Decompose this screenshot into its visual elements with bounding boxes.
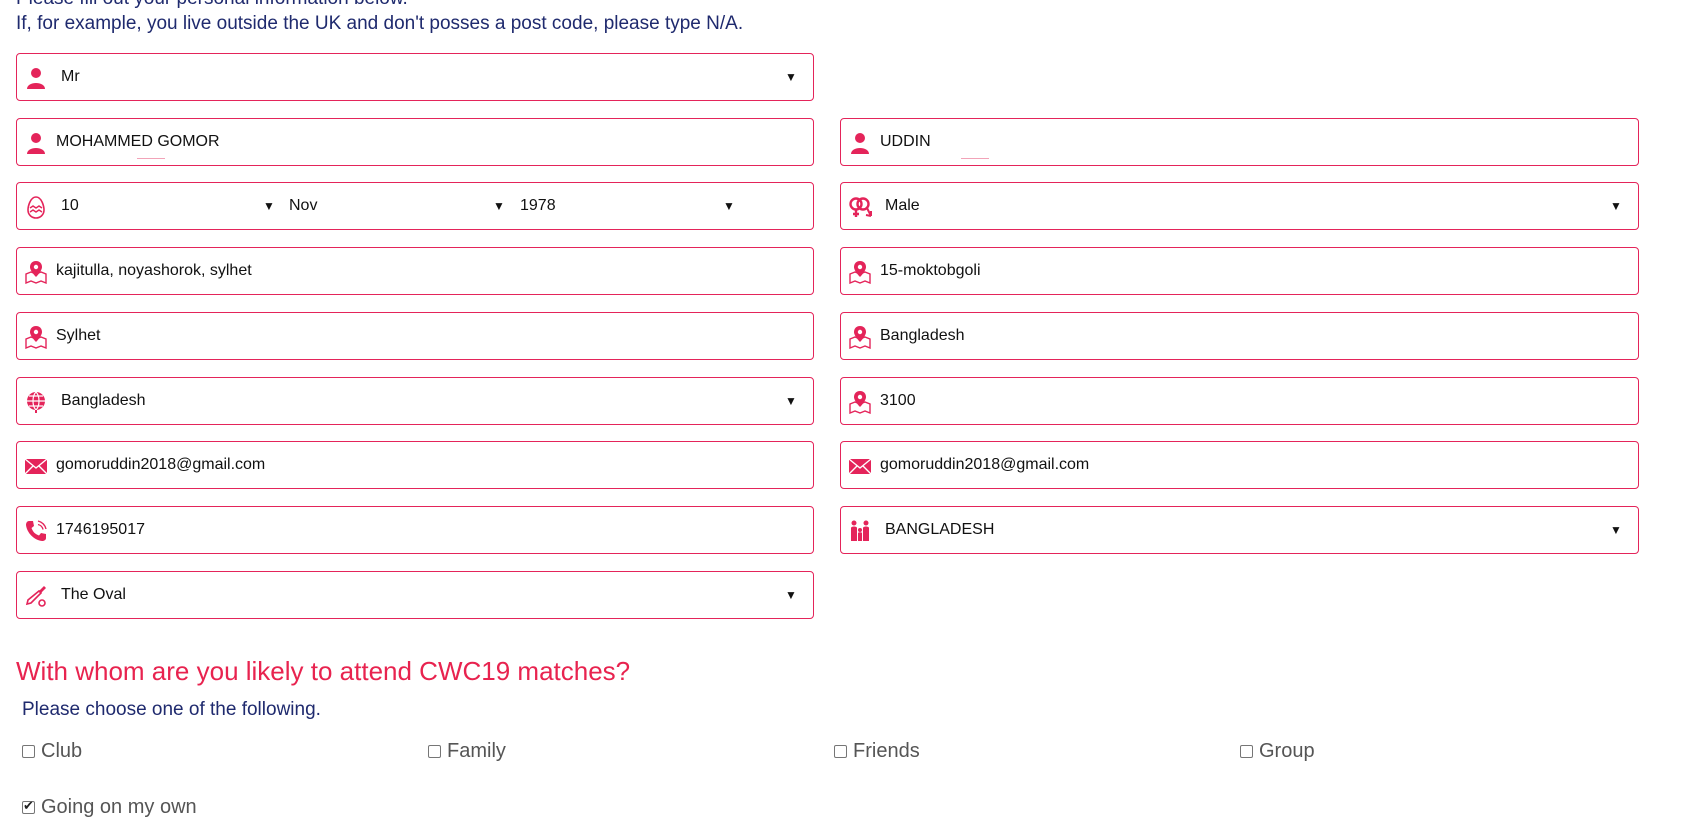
globe-icon: [23, 389, 49, 415]
city-value: Sylhet: [56, 327, 101, 344]
address-line2-value: 15-moktobgoli: [880, 262, 981, 279]
option-label: Family: [447, 740, 506, 762]
option-friends[interactable]: Friends: [834, 740, 920, 763]
team-value: BANGLADESH: [885, 521, 995, 538]
family-checkbox[interactable]: [428, 745, 441, 758]
venue-value: The Oval: [61, 586, 126, 603]
country-select[interactable]: Bangladesh ▼: [16, 377, 814, 425]
gender-value: Male: [885, 197, 920, 214]
egg-icon: [23, 194, 49, 220]
option-family[interactable]: Family: [428, 740, 506, 763]
intro-text-line1: Please fill out your personal informatio…: [16, 0, 408, 10]
last-name-field[interactable]: UDDIN: [840, 118, 1639, 166]
group-checkbox[interactable]: [1240, 745, 1253, 758]
family-icon: [847, 518, 873, 544]
attend-heading: With whom are you likely to attend CWC19…: [16, 656, 631, 686]
country-value: Bangladesh: [61, 392, 146, 409]
confirm-email-field[interactable]: gomoruddin2018@gmail.com: [840, 441, 1639, 489]
map-pin-icon: [847, 259, 873, 285]
chevron-down-icon: ▼: [785, 70, 797, 84]
address-line1-value: kajitulla, noyashorok, sylhet: [56, 262, 252, 279]
team-select[interactable]: BANGLADESH ▼: [840, 506, 1639, 554]
phone-value: 1746195017: [56, 521, 145, 538]
chevron-down-icon: ▼: [785, 588, 797, 602]
chevron-down-icon[interactable]: ▼: [493, 183, 505, 229]
club-checkbox[interactable]: [22, 745, 35, 758]
option-label: Friends: [853, 740, 920, 762]
chevron-down-icon[interactable]: ▼: [263, 183, 275, 229]
address-line2-field[interactable]: 15-moktobgoli: [840, 247, 1639, 295]
intro-text-line2: If, for example, you live outside the UK…: [16, 13, 744, 34]
address-line1-field[interactable]: kajitulla, noyashorok, sylhet: [16, 247, 814, 295]
confirm-email-value: gomoruddin2018@gmail.com: [880, 456, 1090, 473]
gender-icon: [847, 194, 873, 220]
city-field[interactable]: Sylhet: [16, 312, 814, 360]
option-going-on-my-own[interactable]: Going on my own: [22, 796, 197, 819]
option-label: Group: [1259, 740, 1315, 762]
option-club[interactable]: Club: [22, 740, 82, 763]
chevron-down-icon: ▼: [785, 394, 797, 408]
map-pin-icon: [847, 324, 873, 350]
map-pin-icon: [23, 259, 49, 285]
envelope-icon: [23, 453, 49, 479]
chevron-down-icon[interactable]: ▼: [723, 183, 735, 229]
postcode-value: 3100: [880, 392, 916, 409]
chevron-down-icon: ▼: [1610, 199, 1622, 213]
phone-icon: [23, 518, 49, 544]
email-field[interactable]: gomoruddin2018@gmail.com: [16, 441, 814, 489]
postcode-field[interactable]: 3100: [840, 377, 1639, 425]
option-label: Club: [41, 740, 83, 762]
option-label: Going on my own: [41, 796, 197, 818]
envelope-icon: [847, 453, 873, 479]
dob-month-select[interactable]: Nov: [289, 183, 317, 229]
title-select[interactable]: Mr ▼: [16, 53, 814, 101]
dob-day-select[interactable]: 10: [61, 183, 79, 229]
date-of-birth-field: 10 ▼ Nov ▼ 1978 ▼: [16, 182, 814, 230]
person-icon: [847, 130, 873, 156]
person-icon: [23, 130, 49, 156]
last-name-value: UDDIN: [880, 133, 931, 150]
cricket-bat-icon: [23, 583, 49, 609]
chevron-down-icon: ▼: [1610, 523, 1622, 537]
input-underline: [961, 158, 989, 159]
email-value: gomoruddin2018@gmail.com: [56, 456, 266, 473]
title-value: Mr: [61, 68, 80, 85]
going-on-my-own-checkbox[interactable]: [22, 798, 35, 814]
county-value: Bangladesh: [880, 327, 965, 344]
input-underline: [137, 158, 165, 159]
gender-select[interactable]: Male ▼: [840, 182, 1639, 230]
map-pin-icon: [847, 389, 873, 415]
person-icon: [23, 65, 49, 91]
phone-field[interactable]: 1746195017: [16, 506, 814, 554]
attend-subheading: Please choose one of the following.: [22, 699, 321, 720]
venue-select[interactable]: The Oval ▼: [16, 571, 814, 619]
first-name-field[interactable]: MOHAMMED GOMOR: [16, 118, 814, 166]
dob-year-select[interactable]: 1978: [520, 183, 556, 229]
map-pin-icon: [23, 324, 49, 350]
friends-checkbox[interactable]: [834, 745, 847, 758]
option-group[interactable]: Group: [1240, 740, 1315, 763]
county-field[interactable]: Bangladesh: [840, 312, 1639, 360]
